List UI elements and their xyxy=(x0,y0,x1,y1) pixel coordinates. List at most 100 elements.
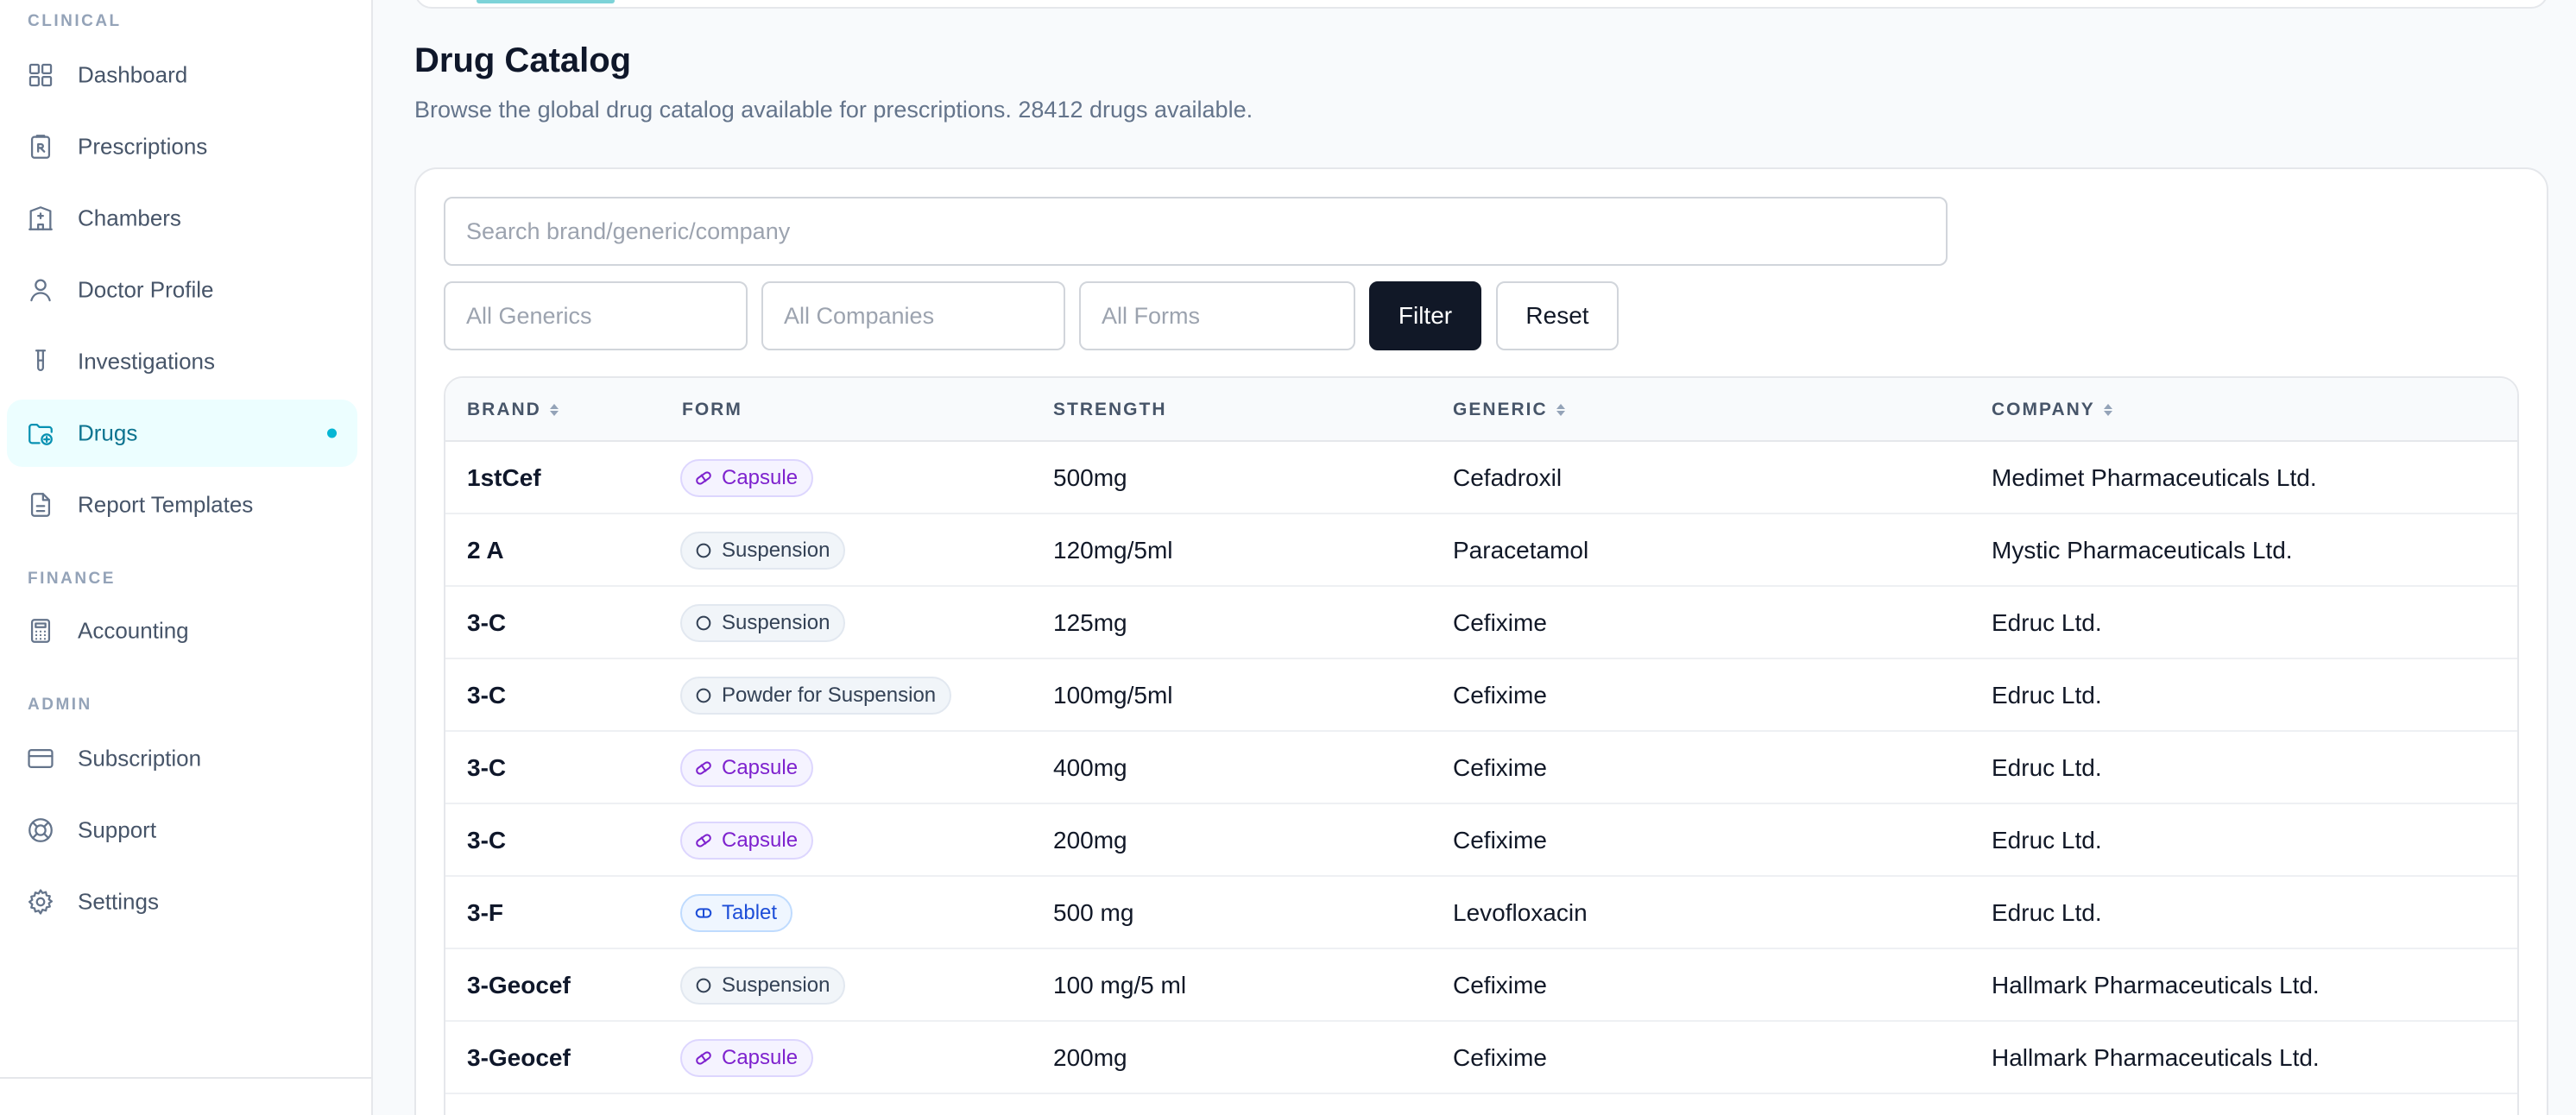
reset-button[interactable]: Reset xyxy=(1496,281,1619,350)
filter-button[interactable]: Filter xyxy=(1369,281,1481,350)
sidebar-item-prescriptions[interactable]: Prescriptions xyxy=(7,113,357,180)
table-row[interactable]: 3-C Capsule 400mg Cefixime Edruc Ltd. xyxy=(445,732,2517,804)
sidebar-item-drugs[interactable]: Drugs xyxy=(7,400,357,467)
cell-company: Medimet Pharmaceuticals Ltd. xyxy=(1992,464,2317,491)
form-badge-label: Powder for Suspension xyxy=(722,683,937,707)
sidebar-item-label: Dashboard xyxy=(78,61,188,88)
column-header-company[interactable]: COMPANY xyxy=(1992,378,2112,442)
cell-company: Mystic Pharmaceuticals Ltd. xyxy=(1992,537,2293,564)
cell-form: Capsule xyxy=(680,732,814,804)
sidebar-item-label: Subscription xyxy=(78,745,202,772)
column-header-label: STRENGTH xyxy=(1053,400,1167,419)
form-badge-label: Capsule xyxy=(722,756,799,779)
column-header-form: FORM xyxy=(682,378,742,442)
cell-brand: 3-F xyxy=(467,899,503,926)
sidebar-item-support[interactable]: Support xyxy=(7,797,357,864)
capsule-icon xyxy=(694,1049,722,1068)
cell-brand: 1stCef xyxy=(467,464,541,491)
cell-strength: 400mg xyxy=(1053,754,1127,781)
cell-company: Edruc Ltd. xyxy=(1992,827,2102,854)
table-row[interactable]: 3-Geocef Suspension 100 mg/5 ml Cefixime Hal… xyxy=(445,949,2517,1022)
document-icon xyxy=(26,490,55,520)
sidebar-item-settings[interactable]: Settings xyxy=(7,868,357,935)
column-header-label: FORM xyxy=(682,400,742,419)
form-badge-label: Capsule xyxy=(722,828,799,852)
table-row[interactable]: 3-C Capsule 200mg Cefixime Edruc Ltd. xyxy=(445,804,2517,877)
cell-form: Capsule xyxy=(680,442,814,514)
sidebar-item-dashboard[interactable]: Dashboard xyxy=(7,41,357,109)
search-input[interactable] xyxy=(444,197,1948,266)
cell-brand: 3-Geocef xyxy=(467,972,571,998)
cell-strength: 200mg xyxy=(1053,827,1127,854)
building-icon xyxy=(26,204,55,233)
cell-form: Capsule xyxy=(680,1022,814,1094)
cell-generic: Levofloxacin xyxy=(1453,899,1588,926)
cell-strength: 120mg/5ml xyxy=(1053,537,1173,564)
tablet-icon xyxy=(694,904,722,923)
table-row[interactable]: 3-C Suspension 125mg Cefixime Edruc Ltd. xyxy=(445,587,2517,659)
capsule-icon xyxy=(694,831,722,850)
section-label-clinical: CLINICAL xyxy=(28,12,122,30)
active-indicator-dot xyxy=(327,428,337,438)
column-header-generic[interactable]: GENERIC xyxy=(1453,378,1565,442)
sidebar-item-report-templates[interactable]: Report Templates xyxy=(7,471,357,539)
sidebar-item-label: Prescriptions xyxy=(78,133,208,160)
table-row[interactable]: 3-Geocef Capsule 200mg Cefixime Hallmark Pha… xyxy=(445,1022,2517,1094)
form-badge: Capsule xyxy=(680,822,814,860)
sidebar-item-accounting[interactable]: Accounting xyxy=(7,597,357,665)
form-badge: Capsule xyxy=(680,459,814,497)
sidebar-item-label: Chambers xyxy=(78,205,181,231)
column-header-strength: STRENGTH xyxy=(1053,378,1167,442)
sidebar-item-chambers[interactable]: Chambers xyxy=(7,185,357,252)
sort-icon xyxy=(2103,404,2112,416)
cell-company: Edruc Ltd. xyxy=(1992,609,2102,636)
companies-filter-input[interactable] xyxy=(761,281,1065,350)
sidebar-item-label: Accounting xyxy=(78,617,189,644)
sort-icon xyxy=(549,404,559,416)
cell-form: Tablet xyxy=(680,877,793,949)
user-icon xyxy=(26,275,55,305)
capsule-icon xyxy=(694,759,722,778)
cell-brand: 3-C xyxy=(467,827,507,854)
sidebar: CLINICAL Dashboard Prescriptions Chamber… xyxy=(0,0,373,1115)
cell-form: Powder for Suspension xyxy=(680,659,952,732)
grid-icon xyxy=(26,60,55,90)
table-header: BRAND FORM STRENGTH GENERIC COMPANY xyxy=(445,378,2517,442)
cell-company: Edruc Ltd. xyxy=(1992,899,2102,926)
gear-icon xyxy=(26,887,55,917)
sidebar-item-subscription[interactable]: Subscription xyxy=(7,725,357,792)
table-row[interactable]: 2 A Suspension 120mg/5ml Paracetamol Mystic … xyxy=(445,514,2517,587)
page-subtitle: Browse the global drug catalog available… xyxy=(414,97,1253,123)
cell-strength: 100mg/5ml xyxy=(1053,682,1173,709)
cell-company: Edruc Ltd. xyxy=(1992,754,2102,781)
cell-brand: 3-Geocef xyxy=(467,1044,571,1071)
forms-filter-input[interactable] xyxy=(1079,281,1355,350)
cell-generic: Cefadroxil xyxy=(1453,464,1563,491)
form-badge-label: Tablet xyxy=(722,901,778,924)
column-header-brand[interactable]: BRAND xyxy=(467,378,559,442)
generics-filter-input[interactable] xyxy=(444,281,748,350)
test-tube-icon xyxy=(26,347,55,376)
section-label-finance: FINANCE xyxy=(28,570,116,588)
cell-form: Suspension xyxy=(680,514,846,587)
cell-form: Suspension xyxy=(680,587,846,659)
cell-strength: 500mg xyxy=(1053,464,1127,491)
sort-icon xyxy=(1556,404,1565,416)
top-card-accent xyxy=(477,0,615,3)
form-badge: Suspension xyxy=(680,532,846,570)
column-header-label: GENERIC xyxy=(1453,400,1548,419)
cell-generic: Cefixime xyxy=(1453,972,1547,998)
lifebuoy-icon xyxy=(26,816,55,845)
sidebar-item-investigations[interactable]: Investigations xyxy=(7,328,357,395)
column-header-label: COMPANY xyxy=(1992,400,2095,419)
form-badge: Tablet xyxy=(680,894,793,932)
table-row[interactable]: 1stCef Capsule 500mg Cefadroxil Medimet Phar… xyxy=(445,442,2517,514)
table-row[interactable]: 3-F Tablet 500 mg Levofloxacin Edruc Ltd. xyxy=(445,877,2517,949)
table-row[interactable]: 3-C Powder for Suspension 100mg/5ml Cefixim… xyxy=(445,659,2517,732)
sidebar-item-doctor-profile[interactable]: Doctor Profile xyxy=(7,256,357,324)
cell-form: Capsule xyxy=(680,804,814,877)
top-card-edge xyxy=(414,0,2548,9)
form-badge-label: Capsule xyxy=(722,466,799,489)
cell-brand: 3-C xyxy=(467,754,507,781)
cell-generic: Cefixime xyxy=(1453,609,1547,636)
